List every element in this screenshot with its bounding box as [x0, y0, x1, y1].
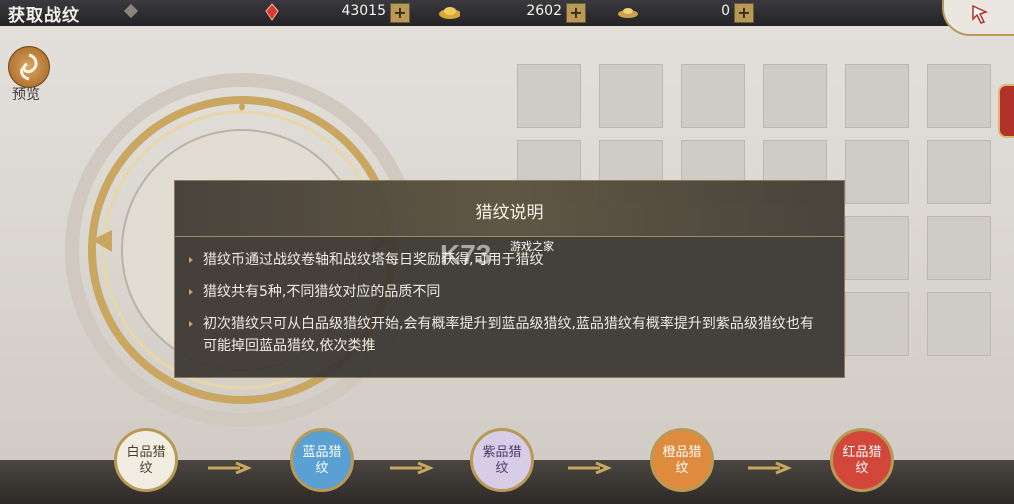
dialog-header: 猎纹说明: [175, 181, 844, 237]
page-title: 获取战纹: [8, 6, 80, 26]
grade-label: 白品猎纹: [126, 445, 166, 476]
arrow-right-icon: [390, 461, 434, 475]
add-red-gem-button[interactable]: +: [390, 3, 410, 23]
slot-cell[interactable]: [927, 292, 991, 356]
gold-ingot-icon: [439, 7, 460, 19]
tip-item: 初次猎纹只可从白品级猎纹开始,会有概率提升到蓝品级猎纹,蓝品猎纹有概率提升到紫品…: [189, 313, 829, 357]
currency-gold-ingot: 2602 +: [434, 3, 586, 23]
currency-gold-ingot-value: 2602: [526, 3, 562, 19]
bullet-icon: [189, 257, 193, 263]
dialog-title: 猎纹说明: [475, 203, 544, 223]
swirl-icon: [20, 53, 38, 81]
grade-purple-button[interactable]: 紫品猎纹: [470, 428, 534, 492]
preview-button[interactable]: [8, 46, 50, 88]
bullet-icon: [189, 289, 193, 295]
slot-cell[interactable]: [599, 64, 663, 128]
slot-cell[interactable]: [927, 216, 991, 280]
arrow-right-icon: [568, 461, 612, 475]
slot-cell[interactable]: [763, 64, 827, 128]
tip-item: 猎纹共有5种,不同猎纹对应的品质不同: [189, 281, 829, 303]
currency-small-ingot: 0 +: [612, 3, 754, 23]
grade-label: 红品猎纹: [842, 445, 882, 476]
bullet-icon: [189, 321, 193, 327]
slot-cell[interactable]: [681, 64, 745, 128]
currency-small-ingot-value: 0: [721, 3, 730, 19]
back-arrow-icon: [972, 4, 989, 24]
top-bar: 获取战纹 43015 + 2602 + 0 +: [0, 0, 1014, 26]
title-diamond-ornament: [123, 3, 139, 19]
currency-red-gem-value: 43015: [341, 3, 386, 19]
hunt-info-dialog[interactable]: 猎纹说明 猎纹币通过战纹卷轴和战纹塔每日奖励获得,可用于猎纹 猎纹共有5种,不同…: [174, 180, 845, 378]
currency-red-gem: 43015 +: [262, 3, 410, 23]
slot-cell[interactable]: [845, 292, 909, 356]
red-gem-icon: [265, 3, 279, 21]
slot-cell[interactable]: [927, 140, 991, 204]
arrow-right-icon: [748, 461, 792, 475]
slot-cell[interactable]: [845, 216, 909, 280]
slot-cell[interactable]: [927, 64, 991, 128]
tip-text: 初次猎纹只可从白品级猎纹开始,会有概率提升到蓝品级猎纹,蓝品猎纹有概率提升到紫品…: [203, 316, 814, 354]
grade-red-button[interactable]: 红品猎纹: [830, 428, 894, 492]
watermark-logo-text: K73: [440, 239, 491, 270]
grade-orange-button[interactable]: 橙品猎纹: [650, 428, 714, 492]
side-tab[interactable]: [998, 84, 1014, 138]
slot-cell[interactable]: [845, 140, 909, 204]
add-gold-ingot-button[interactable]: +: [566, 3, 586, 23]
grade-label: 橙品猎纹: [662, 445, 702, 476]
tip-text: 猎纹共有5种,不同猎纹对应的品质不同: [203, 284, 441, 300]
grade-label: 紫品猎纹: [482, 445, 522, 476]
arrow-right-icon: [208, 461, 252, 475]
small-ingot-icon: [618, 8, 638, 18]
grade-blue-button[interactable]: 蓝品猎纹: [290, 428, 354, 492]
grade-label: 蓝品猎纹: [302, 445, 342, 476]
preview-label: 预览: [12, 87, 40, 103]
grade-white-button[interactable]: 白品猎纹: [114, 428, 178, 492]
slot-cell[interactable]: [845, 64, 909, 128]
watermark-text: 游戏之家: [510, 240, 554, 253]
add-small-ingot-button[interactable]: +: [734, 3, 754, 23]
back-button[interactable]: [942, 0, 1014, 36]
slot-cell[interactable]: [517, 64, 581, 128]
